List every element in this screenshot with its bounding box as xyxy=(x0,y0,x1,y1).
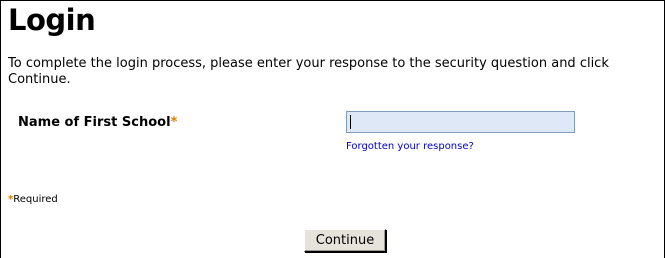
login-panel: Login To complete the login process, ple… xyxy=(0,0,665,258)
security-question-label: Name of First School* xyxy=(18,115,177,131)
security-question-text: Name of First School xyxy=(18,115,171,130)
required-star: * xyxy=(170,115,178,130)
forgotten-response-link[interactable]: Forgotten your response? xyxy=(346,141,474,153)
text-caret xyxy=(350,115,351,129)
instructions-text: To complete the login process, please en… xyxy=(8,56,609,87)
required-note-text: Required xyxy=(13,194,58,205)
page-title: Login xyxy=(8,3,96,37)
continue-button[interactable]: Continue xyxy=(304,229,386,252)
security-answer-input[interactable] xyxy=(346,111,575,133)
required-note: *Required xyxy=(8,194,58,206)
